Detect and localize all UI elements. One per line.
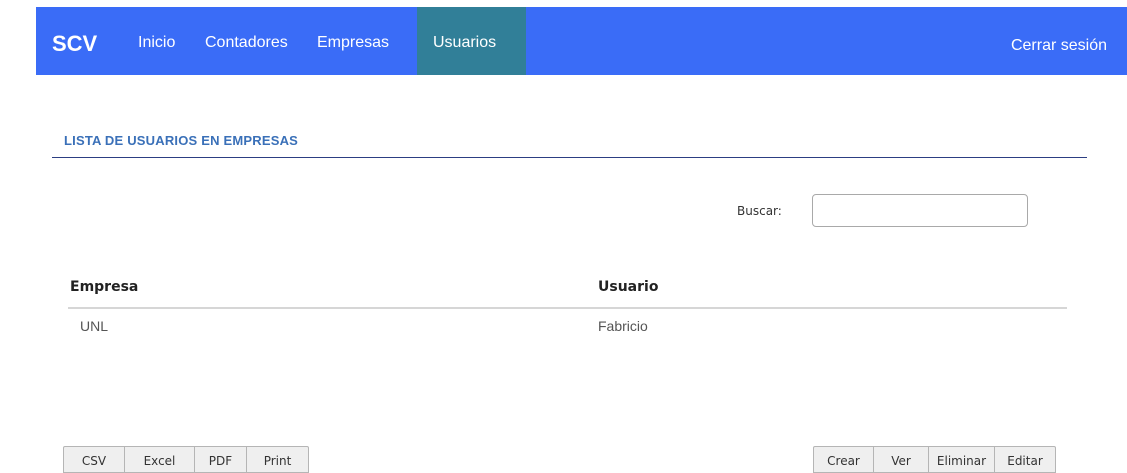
page-title: LISTA DE USUARIOS EN EMPRESAS	[64, 133, 299, 148]
title-divider	[52, 157, 1087, 158]
create-button[interactable]: Crear	[813, 446, 874, 473]
print-button[interactable]: Print	[246, 446, 309, 473]
export-excel-button[interactable]: Excel	[124, 446, 195, 473]
column-header-usuario[interactable]: Usuario	[598, 279, 658, 295]
search-label: Buscar:	[737, 204, 782, 218]
nav-item-empresas[interactable]: Empresas	[317, 33, 389, 53]
search-input[interactable]	[812, 194, 1028, 227]
cell-empresa: UNL	[80, 318, 109, 334]
view-button[interactable]: Ver	[873, 446, 929, 473]
export-button-group: CSV Excel PDF Print	[63, 446, 309, 473]
nav-item-usuarios-label: Usuarios	[433, 34, 497, 51]
top-navbar: SCV Inicio Contadores Empresas Usuarios …	[36, 7, 1127, 75]
action-button-group: Crear Ver Eliminar Editar	[813, 446, 1056, 473]
export-pdf-button[interactable]: PDF	[194, 446, 247, 473]
delete-button[interactable]: Eliminar	[928, 446, 995, 473]
table-header-divider	[68, 307, 1067, 309]
logout-link[interactable]: Cerrar sesión	[1011, 36, 1107, 56]
cell-usuario: Fabricio	[598, 318, 648, 334]
nav-item-contadores[interactable]: Contadores	[205, 33, 288, 53]
export-csv-button[interactable]: CSV	[63, 446, 125, 473]
brand-logo[interactable]: SCV	[52, 31, 97, 57]
column-header-empresa[interactable]: Empresa	[70, 279, 138, 295]
edit-button[interactable]: Editar	[994, 446, 1056, 473]
nav-item-usuarios[interactable]: Usuarios	[417, 7, 526, 75]
nav-item-inicio[interactable]: Inicio	[138, 33, 175, 53]
